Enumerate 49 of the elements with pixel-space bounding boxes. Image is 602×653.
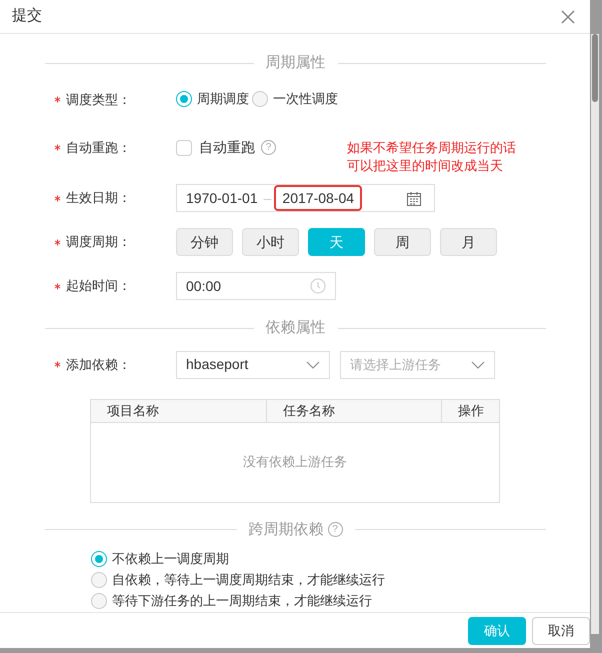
time-value: 00:00 <box>186 276 222 296</box>
annotation-note: 如果不希望任务周期运行的话 可以把这里的时间改成当天 <box>347 139 516 175</box>
dialog-title: 提交 <box>12 6 42 26</box>
close-icon <box>560 8 576 24</box>
field-label: 自动重跑： <box>66 138 131 157</box>
cancel-button[interactable]: 取消 <box>532 616 590 644</box>
start-date: 1970-01-01 <box>186 188 258 208</box>
section-title: 周期属性 <box>266 53 326 73</box>
field-label: 调度周期： <box>66 233 131 252</box>
radio-button[interactable] <box>252 91 268 108</box>
select-placeholder: 请选择上游任务 <box>350 356 441 374</box>
select-value: hbaseport <box>186 355 248 374</box>
end-date: 2017-08-04 <box>282 189 354 208</box>
radio-label[interactable]: 等待下游任务的上一周期结束，才能继续运行 <box>112 593 372 609</box>
radio-button[interactable] <box>91 593 107 609</box>
checkbox-label[interactable]: 自动重跑 <box>199 137 255 158</box>
field-label: 起始时间： <box>66 277 131 296</box>
calendar-icon <box>406 191 422 207</box>
field-label: 添加依赖： <box>66 356 131 374</box>
column-header: 操作 <box>441 400 499 422</box>
date-range-field[interactable]: 1970-01-01 – 2017-08-04 <box>176 184 435 212</box>
column-header: 项目名称 <box>106 402 160 420</box>
empty-table-message: 没有依赖上游任务 <box>243 453 347 472</box>
field-label: 调度类型： <box>66 90 131 108</box>
checkbox[interactable] <box>176 140 192 156</box>
scrollbar-thumb[interactable] <box>592 34 598 102</box>
period-button[interactable]: 周 <box>374 228 431 256</box>
period-button[interactable]: 月 <box>440 228 497 256</box>
project-select[interactable]: hbaseport <box>176 350 330 378</box>
clock-icon <box>310 278 326 294</box>
radio-label[interactable]: 自依赖，等待上一调度周期结束，才能继续运行 <box>112 572 385 588</box>
time-field[interactable]: 00:00 <box>176 272 336 300</box>
period-button[interactable]: 小时 <box>242 228 299 256</box>
date-separator: – <box>264 188 272 208</box>
chevron-down-icon <box>306 360 320 368</box>
close-button[interactable] <box>560 8 576 24</box>
radio-label[interactable]: 不依赖上一调度周期 <box>112 551 229 567</box>
section-title: 跨周期依赖 <box>248 520 324 540</box>
radio-button[interactable] <box>176 91 192 108</box>
radio-label[interactable]: 周期调度 <box>197 91 249 108</box>
field-label: 生效日期： <box>66 189 131 208</box>
column-header: 任务名称 <box>266 400 441 422</box>
scrollbar[interactable] <box>591 34 599 634</box>
radio-button[interactable] <box>91 572 107 588</box>
section-title: 依赖属性 <box>266 318 326 338</box>
radio-label[interactable]: 一次性调度 <box>273 91 338 108</box>
chevron-down-icon <box>471 360 485 368</box>
radio-button[interactable] <box>91 551 107 567</box>
period-button[interactable]: 分钟 <box>176 228 233 256</box>
